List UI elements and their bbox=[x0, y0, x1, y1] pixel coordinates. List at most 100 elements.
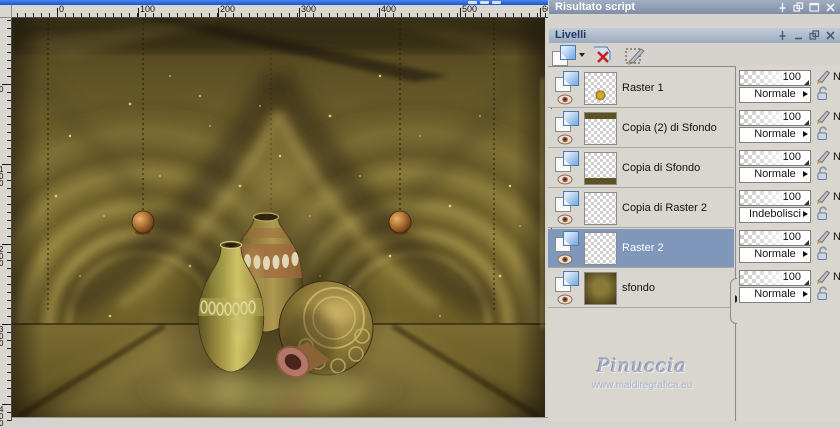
eye-icon[interactable] bbox=[557, 94, 573, 105]
canvas-bottom-edge bbox=[12, 417, 548, 421]
lock-icon[interactable] bbox=[815, 165, 830, 181]
layer-thumbnail[interactable] bbox=[584, 72, 617, 105]
layer-page-icon bbox=[555, 151, 581, 172]
layer-row-raster-1[interactable]: Raster 1 bbox=[548, 69, 734, 108]
opacity-value: 100 bbox=[782, 271, 801, 283]
ruler-label: 100 bbox=[0, 165, 4, 188]
opacity-slider[interactable]: 100 bbox=[739, 190, 811, 206]
layer-row-copia-di-sfondo[interactable]: Copia di Sfondo bbox=[548, 149, 734, 188]
ruler-tick bbox=[218, 8, 219, 17]
ruler-tick bbox=[299, 8, 300, 17]
float-icon[interactable] bbox=[809, 29, 820, 41]
opacity-slider[interactable]: 100 bbox=[739, 70, 811, 86]
blend-mode-select[interactable]: Normale bbox=[739, 167, 811, 183]
close-icon[interactable] bbox=[825, 30, 836, 41]
blend-mode-select[interactable]: Normale bbox=[739, 247, 811, 263]
blend-mode-select[interactable]: Indebolisci bbox=[739, 207, 811, 223]
opacity-slider[interactable]: 100 bbox=[739, 270, 811, 286]
brush-icon bbox=[816, 230, 831, 245]
new-layer-button[interactable] bbox=[552, 45, 585, 66]
minimize-icon[interactable] bbox=[793, 30, 804, 41]
blend-mode-select[interactable]: Normale bbox=[739, 287, 811, 303]
opacity-slider[interactable]: 100 bbox=[739, 230, 811, 246]
layer-row-copia-di-raster-2[interactable]: Copia di Raster 2 bbox=[548, 189, 734, 228]
float-icon[interactable] bbox=[793, 1, 804, 13]
layer-thumbnail[interactable] bbox=[584, 232, 617, 265]
blend-mode-select[interactable]: Normale bbox=[739, 127, 811, 143]
ruler-tick bbox=[379, 8, 380, 17]
eye-icon[interactable] bbox=[557, 214, 573, 225]
watermark-url: www.maidiregrafica.eu bbox=[591, 380, 693, 391]
script-result-panel-header[interactable]: Risultato script bbox=[549, 0, 840, 14]
layer-name: Copia (2) di Sfondo bbox=[622, 122, 717, 134]
ruler-label: 0 bbox=[59, 4, 65, 14]
eye-icon[interactable] bbox=[557, 134, 573, 145]
lock-icon[interactable] bbox=[815, 285, 830, 301]
layer-name: Copia di Raster 2 bbox=[622, 202, 707, 214]
layer-controls: 100 N Normale bbox=[737, 150, 840, 186]
edit-selection-icon bbox=[625, 48, 645, 65]
eye-icon[interactable] bbox=[557, 294, 573, 305]
layer-list: Raster 1 Copia (2) di Sfondo Copia di Sf… bbox=[548, 66, 736, 421]
ruler-tick bbox=[57, 8, 58, 17]
clipped-column-label: N bbox=[833, 151, 840, 163]
maximize-icon[interactable] bbox=[809, 2, 820, 13]
script-result-title: Risultato script bbox=[555, 1, 636, 13]
layer-page-icon bbox=[555, 271, 581, 292]
brush-icon bbox=[816, 70, 831, 85]
horizontal-ruler: 0 100 200 300 400 500 600 bbox=[12, 4, 557, 18]
layer-thumbnail[interactable] bbox=[584, 192, 617, 225]
ruler-label: 300 bbox=[0, 325, 4, 348]
blend-mode-select[interactable]: Normale bbox=[739, 87, 811, 103]
layer-row-copia-2-di-sfondo[interactable]: Copia (2) di Sfondo bbox=[548, 109, 734, 148]
ruler-label: 300 bbox=[301, 4, 317, 14]
opacity-value: 100 bbox=[782, 191, 801, 203]
layer-row-raster-2[interactable]: Raster 2 bbox=[548, 229, 734, 268]
close-icon[interactable] bbox=[825, 2, 836, 13]
blend-mode-value: Normale bbox=[754, 88, 796, 100]
window-button[interactable] bbox=[492, 1, 501, 4]
lock-icon[interactable] bbox=[815, 245, 830, 261]
edit-selection-button[interactable] bbox=[624, 45, 654, 65]
vertical-ruler: 0 100 200 300 400 bbox=[0, 18, 12, 428]
layer-thumbnail[interactable] bbox=[584, 112, 617, 145]
layer-controls: 100 N Normale bbox=[737, 110, 840, 146]
layers-panel-title: Livelli bbox=[555, 29, 587, 41]
opacity-slider[interactable]: 100 bbox=[739, 150, 811, 166]
ruler-tick bbox=[138, 8, 139, 17]
lock-icon[interactable] bbox=[815, 205, 830, 221]
ruler-label: 200 bbox=[0, 245, 4, 268]
layer-thumbnail[interactable] bbox=[584, 152, 617, 185]
window-button[interactable] bbox=[480, 1, 489, 4]
ruler-label: 100 bbox=[140, 4, 156, 14]
layer-row-sfondo[interactable]: sfondo bbox=[548, 269, 734, 308]
clipped-column-label: N bbox=[833, 111, 840, 123]
layer-thumbnail[interactable] bbox=[584, 272, 617, 305]
eye-icon[interactable] bbox=[557, 174, 573, 185]
layer-controls: 100 N Normale bbox=[737, 270, 840, 306]
dropdown-arrow-icon bbox=[803, 91, 808, 97]
layer-name: Raster 1 bbox=[622, 82, 664, 94]
brush-icon bbox=[816, 190, 831, 205]
image-canvas[interactable] bbox=[12, 18, 545, 417]
pin-icon[interactable] bbox=[777, 2, 788, 13]
dropdown-arrow-icon bbox=[803, 291, 808, 297]
ruler-tick bbox=[2, 244, 11, 245]
lock-icon[interactable] bbox=[815, 125, 830, 141]
dropdown-arrow-icon bbox=[579, 53, 585, 57]
eye-icon[interactable] bbox=[557, 254, 573, 265]
layer-page-icon bbox=[555, 191, 581, 212]
brush-icon bbox=[816, 150, 831, 165]
lock-icon[interactable] bbox=[815, 85, 830, 101]
clipped-column-label: N bbox=[833, 191, 840, 203]
delete-layer-button[interactable] bbox=[590, 45, 620, 65]
ruler-label: 200 bbox=[220, 4, 236, 14]
layers-panel-header[interactable]: Livelli bbox=[549, 28, 840, 43]
layer-name: Copia di Sfondo bbox=[622, 162, 701, 174]
pin-icon[interactable] bbox=[777, 30, 788, 41]
opacity-value: 100 bbox=[782, 71, 801, 83]
opacity-slider[interactable]: 100 bbox=[739, 110, 811, 126]
ruler-label: 0 bbox=[0, 85, 4, 94]
clipped-column-label: N bbox=[833, 71, 840, 83]
blend-mode-value: Normale bbox=[754, 168, 796, 180]
